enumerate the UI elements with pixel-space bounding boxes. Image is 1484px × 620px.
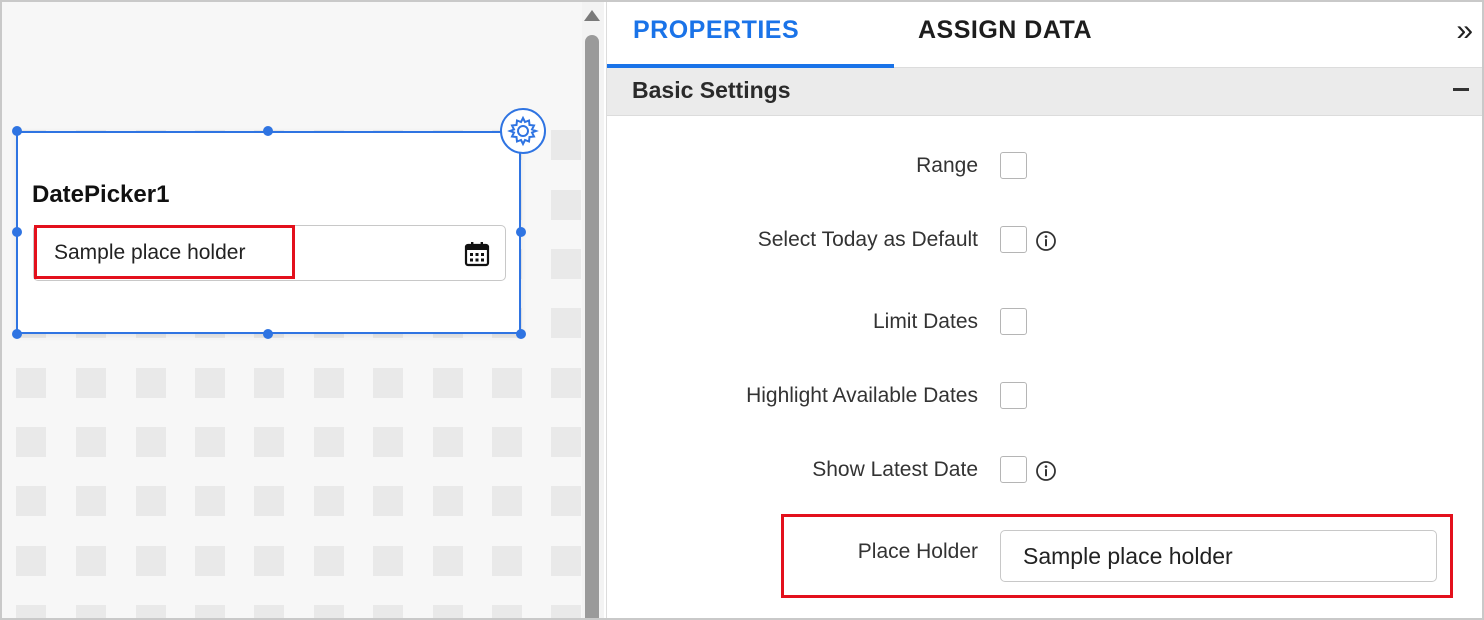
grid-cell xyxy=(551,190,581,220)
minus-icon[interactable] xyxy=(1453,88,1469,91)
grid-cell xyxy=(551,486,581,516)
basic-settings-header[interactable]: Basic Settings xyxy=(607,68,1482,116)
design-canvas[interactable]: DatePicker1 Sample place holder xyxy=(2,2,582,618)
show-latest-date-checkbox[interactable] xyxy=(1000,456,1027,483)
resize-handle-top-left[interactable] xyxy=(12,126,22,136)
properties-panel: PROPERTIES ASSIGN DATA » Basic Settings … xyxy=(606,2,1482,618)
grid-cell xyxy=(492,368,522,398)
grid-cell xyxy=(76,605,106,618)
grid-cell xyxy=(16,368,46,398)
calendar-icon[interactable] xyxy=(463,240,491,268)
resize-handle-bottom-right[interactable] xyxy=(516,329,526,339)
highlight-box-place-holder xyxy=(781,514,1453,598)
grid-cell xyxy=(76,427,106,457)
widget-settings-button[interactable] xyxy=(500,108,546,154)
grid-cell xyxy=(136,546,166,576)
range-label: Range xyxy=(916,154,978,177)
grid-cell xyxy=(136,427,166,457)
grid-cell xyxy=(314,368,344,398)
grid-cell xyxy=(195,427,225,457)
grid-cell xyxy=(551,249,581,279)
grid-cell xyxy=(373,546,403,576)
app-window: DatePicker1 Sample place holder PROPERTI… xyxy=(0,0,1484,620)
grid-cell xyxy=(314,605,344,618)
grid-cell xyxy=(551,308,581,338)
grid-cell xyxy=(136,368,166,398)
grid-cell xyxy=(551,130,581,160)
grid-cell xyxy=(433,546,463,576)
section-title: Basic Settings xyxy=(632,77,791,103)
grid-cell xyxy=(433,486,463,516)
grid-cell xyxy=(254,368,284,398)
grid-cell xyxy=(492,427,522,457)
highlight-available-dates-checkbox[interactable] xyxy=(1000,382,1027,409)
grid-cell xyxy=(76,546,106,576)
grid-cell xyxy=(551,546,581,576)
tab-properties[interactable]: PROPERTIES xyxy=(633,16,799,45)
grid-cell xyxy=(254,546,284,576)
select-today-checkbox[interactable] xyxy=(1000,226,1027,253)
range-checkbox[interactable] xyxy=(1000,152,1027,179)
resize-handle-bottom[interactable] xyxy=(263,329,273,339)
limit-dates-checkbox[interactable] xyxy=(1000,308,1027,335)
info-icon[interactable] xyxy=(1035,460,1057,482)
grid-cell xyxy=(136,605,166,618)
grid-cell xyxy=(433,605,463,618)
resize-handle-bottom-left[interactable] xyxy=(12,329,22,339)
tab-assign-data[interactable]: ASSIGN DATA xyxy=(918,16,1092,45)
grid-cell xyxy=(195,486,225,516)
grid-cell xyxy=(433,368,463,398)
grid-cell xyxy=(551,427,581,457)
grid-cell xyxy=(314,546,344,576)
limit-dates-label: Limit Dates xyxy=(872,310,978,333)
datepicker-widget[interactable]: DatePicker1 Sample place holder xyxy=(16,131,521,334)
resize-handle-left[interactable] xyxy=(12,227,22,237)
gear-icon xyxy=(507,115,539,147)
grid-cell xyxy=(551,368,581,398)
resize-handle-top[interactable] xyxy=(263,126,273,136)
resize-handle-right[interactable] xyxy=(516,227,526,237)
grid-cell xyxy=(195,546,225,576)
grid-cell xyxy=(195,605,225,618)
select-today-label: Select Today as Default xyxy=(757,228,978,251)
info-icon[interactable] xyxy=(1035,230,1057,252)
grid-cell xyxy=(373,427,403,457)
highlight-box-widget-input xyxy=(34,225,295,279)
grid-cell xyxy=(373,605,403,618)
grid-cell xyxy=(16,546,46,576)
grid-cell xyxy=(254,486,284,516)
grid-cell xyxy=(195,368,225,398)
grid-cell xyxy=(492,486,522,516)
show-latest-date-label: Show Latest Date xyxy=(812,458,978,481)
grid-cell xyxy=(373,486,403,516)
grid-cell xyxy=(136,486,166,516)
grid-cell xyxy=(254,427,284,457)
panel-tabs: PROPERTIES ASSIGN DATA » xyxy=(607,2,1482,68)
scrollbar-thumb[interactable] xyxy=(585,35,599,618)
grid-cell xyxy=(76,368,106,398)
grid-cell xyxy=(551,605,581,618)
collapse-panel-button[interactable]: » xyxy=(1456,16,1473,46)
grid-cell xyxy=(16,605,46,618)
widget-title: DatePicker1 xyxy=(32,181,170,208)
grid-cell xyxy=(76,486,106,516)
grid-cell xyxy=(433,427,463,457)
highlight-available-dates-label: Highlight Available Dates xyxy=(746,384,978,407)
grid-cell xyxy=(314,486,344,516)
grid-cell xyxy=(314,427,344,457)
grid-cell xyxy=(492,605,522,618)
grid-cell xyxy=(16,427,46,457)
grid-cell xyxy=(254,605,284,618)
grid-cell xyxy=(373,368,403,398)
grid-cell xyxy=(16,486,46,516)
scroll-up-arrow-icon[interactable] xyxy=(584,10,600,21)
grid-cell xyxy=(492,546,522,576)
